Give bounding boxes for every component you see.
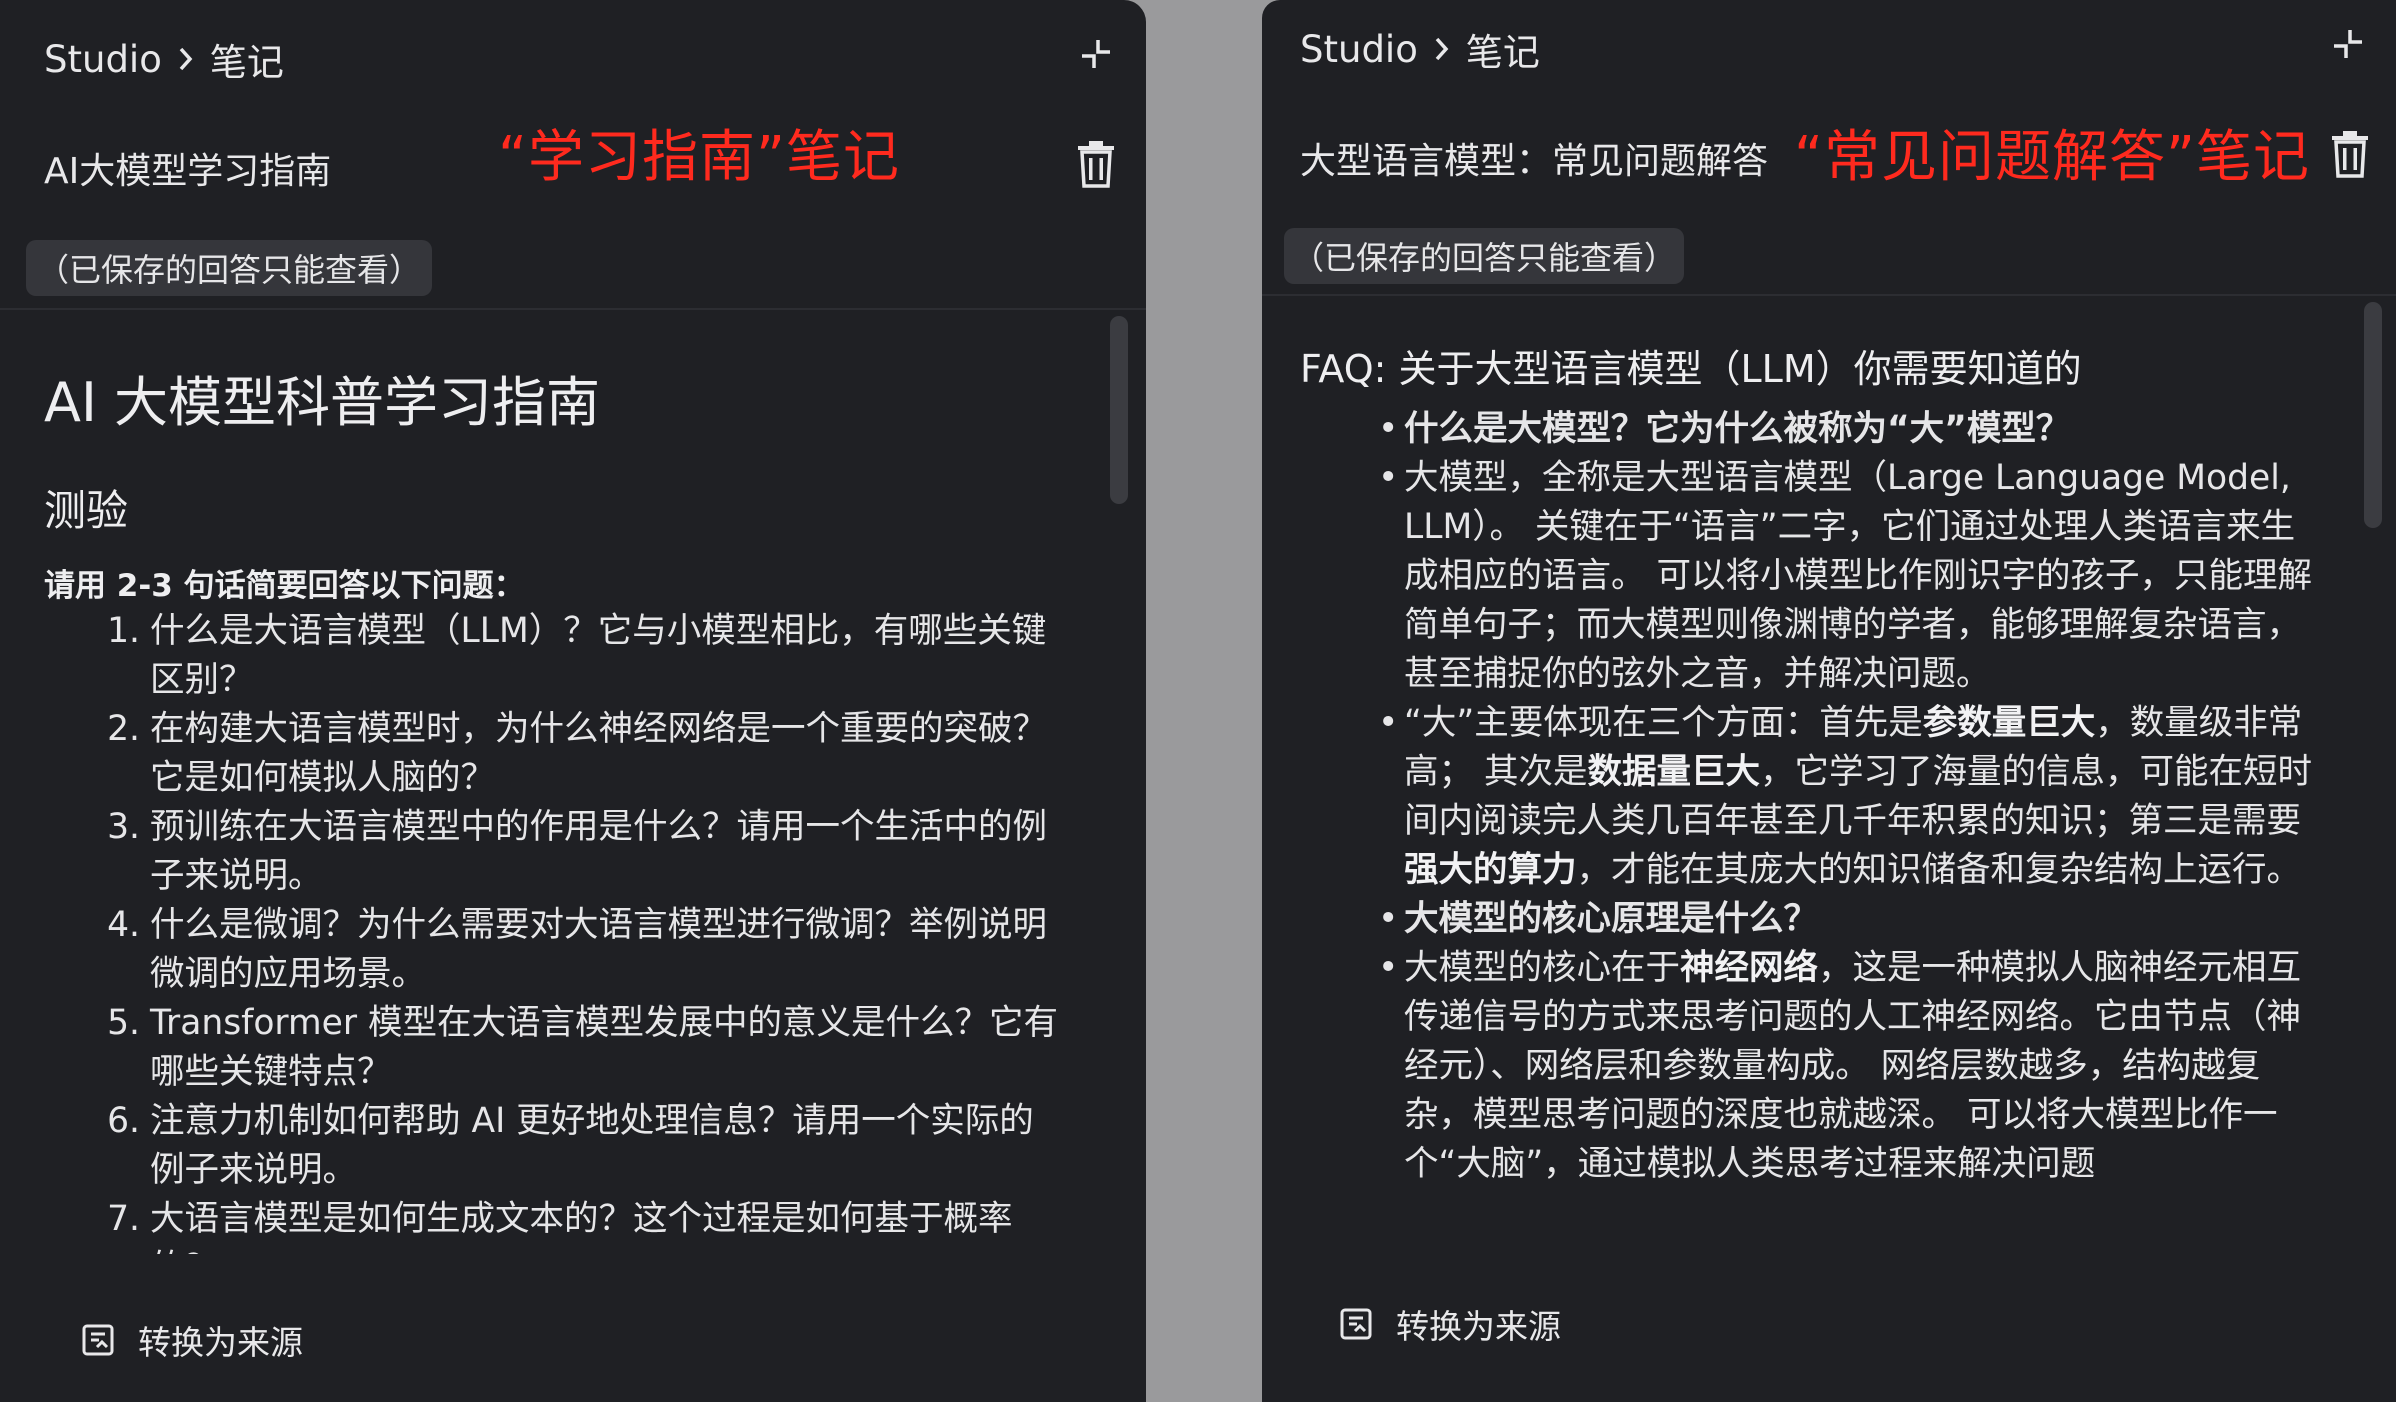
list-item: 7.大语言模型是如何生成文本的？这个过程是如何基于概率的？ [107, 1199, 1013, 1254]
convert-to-source-button[interactable]: 转换为来源 [1338, 1300, 1561, 1348]
collapse-icon[interactable] [2328, 24, 2368, 64]
quiz-list: 1. 什么是大语言模型（LLM）？它与小模型相比，有哪些关键区别？ 2. 在构建大语… [102, 607, 1058, 1254]
note-content: FAQ: 关于大型语言模型（LLM）你需要知道的 • 什么是大模型？它为什么被称… [1300, 338, 2320, 1236]
header-divider [1262, 294, 2396, 296]
saved-readonly-badge: （已保存的回答只能查看） [26, 240, 432, 296]
header-divider [0, 308, 1146, 310]
annotation-label: “学习指南”笔记 [498, 125, 901, 190]
list-item: • 大模型，全称是大型语言模型（Large Language Model, LL… [1378, 454, 2320, 699]
left-note-panel: Studio 笔记 AI大模型学习指南 “学习指南”笔记 （已保存的回答只能查看… [0, 0, 1146, 1402]
chevron-right-icon [179, 47, 193, 71]
faq-answer: 大模型，全称是大型语言模型（Large Language Model, LLM）… [1404, 458, 2312, 694]
faq-answer: 大模型的核心在于神经网络，这是一种模拟人脑神经元相互传递信号的方式来思考问题的人… [1404, 948, 2301, 1184]
doc-heading: AI 大模型科普学习指南 [44, 371, 601, 434]
convert-source-icon [82, 1324, 114, 1356]
faq-question: 什么是大模型？它为什么被称为“大”模型？ [1404, 409, 2071, 449]
list-item: 1. 什么是大语言模型（LLM）？它与小模型相比，有哪些关键区别？ [107, 611, 1047, 700]
scrollbar-thumb[interactable] [2364, 302, 2382, 528]
note-content: AI 大模型科普学习指南 测验 请用 2-3 句话简要回答以下问题： 1. 什么是… [44, 340, 1060, 1254]
annotation-label: “常见问题解答”笔记 [1794, 125, 2311, 190]
list-item: • “大”主要体现在三个方面：首先是参数量巨大，数量级非常高； 其次是数据量巨大… [1378, 699, 2320, 895]
faq-list: • 什么是大模型？它为什么被称为“大”模型？ • 大模型，全称是大型语言模型（L… [1378, 405, 2320, 1189]
convert-to-source-label: 转换为来源 [138, 1323, 303, 1362]
convert-to-source-button[interactable]: 转换为来源 [80, 1316, 303, 1364]
list-item: • 大模型的核心在于神经网络，这是一种模拟人脑神经元相互传递信号的方式来思考问题… [1378, 944, 2320, 1189]
breadcrumb: Studio 笔记 [1300, 22, 1540, 76]
breadcrumb-studio[interactable]: Studio [1300, 28, 1418, 71]
list-item: • 什么是大模型？它为什么被称为“大”模型？ [1378, 405, 2320, 454]
breadcrumb-current: 笔记 [1465, 31, 1540, 74]
faq-title: FAQ: 关于大型语言模型（LLM）你需要知道的 [1300, 347, 2082, 391]
list-item: 4. 什么是微调？为什么需要对大语言模型进行微调？举例说明微调的应用场景。 [107, 905, 1047, 994]
breadcrumb: Studio 笔记 [44, 32, 284, 86]
note-title: 大型语言模型：常见问题解答 [1300, 141, 1769, 182]
list-item: 2. 在构建大语言模型时，为什么神经网络是一个重要的突破？它是如何模拟人脑的？ [107, 709, 1047, 798]
list-item: 6. 注意力机制如何帮助 AI 更好地处理信息？请用一个实际的例子来说明。 [107, 1101, 1034, 1190]
breadcrumb-current: 笔记 [209, 41, 284, 84]
saved-readonly-badge: （已保存的回答只能查看） [1284, 228, 1684, 284]
trash-icon[interactable] [2328, 130, 2372, 178]
section-heading: 测验 [44, 486, 129, 535]
chevron-right-icon [1435, 37, 1449, 61]
convert-source-icon [1340, 1308, 1372, 1340]
faq-answer: “大”主要体现在三个方面：首先是参数量巨大，数量级非常高； 其次是数据量巨大，它… [1404, 703, 2312, 890]
quiz-instruction: 请用 2-3 句话简要回答以下问题： [44, 568, 525, 604]
convert-to-source-label: 转换为来源 [1396, 1307, 1561, 1346]
list-item: 3. 预训练在大语言模型中的作用是什么？请用一个生活中的例子来说明。 [107, 807, 1047, 896]
note-title: AI大模型学习指南 [44, 151, 332, 192]
scrollbar-thumb[interactable] [1110, 316, 1128, 504]
collapse-icon[interactable] [1076, 34, 1116, 74]
trash-icon[interactable] [1074, 140, 1118, 188]
list-item: 5. Transformer 模型在大语言模型发展中的意义是什么？它有哪些关键特点… [107, 1003, 1058, 1092]
list-item: • 大模型的核心原理是什么？ [1378, 895, 2320, 944]
right-note-panel: Studio 笔记 大型语言模型：常见问题解答 “常见问题解答”笔记 （已保存的… [1262, 0, 2396, 1402]
breadcrumb-studio[interactable]: Studio [44, 38, 162, 81]
faq-question: 大模型的核心原理是什么？ [1404, 899, 1818, 939]
